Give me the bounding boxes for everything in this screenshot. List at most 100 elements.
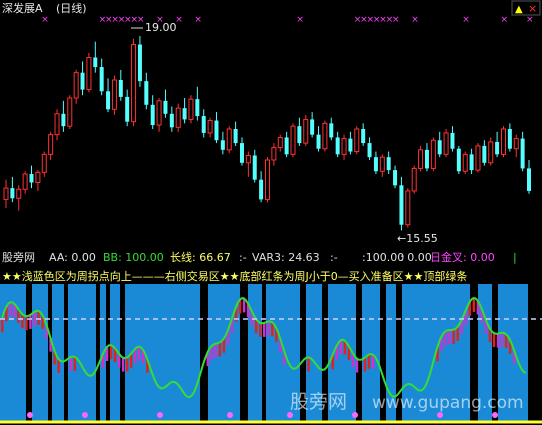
candle-body: [188, 98, 194, 120]
candle-body: [475, 145, 481, 171]
candle-body: [469, 154, 474, 171]
candle-body: [310, 119, 315, 135]
candle-body: [41, 153, 47, 173]
candle-body: [226, 128, 232, 151]
bottom-dot: [157, 412, 163, 418]
candle-body: [54, 113, 60, 136]
indicator-bar: [307, 357, 310, 372]
candle-body: [67, 97, 73, 127]
candle-body: [488, 141, 494, 164]
candle-body: [284, 137, 289, 155]
indicator-bar: [267, 321, 270, 336]
candle-body: [195, 99, 200, 117]
signal-marker: ×: [296, 15, 304, 25]
candle-body: [513, 138, 519, 150]
candle-body: [182, 108, 187, 120]
candle-body: [125, 96, 130, 122]
bottom-dot: [227, 412, 233, 418]
indicator-bar: [37, 310, 40, 325]
indicator-bar: [138, 346, 141, 361]
indicator-bar: [33, 311, 36, 326]
signal-marker: ×: [137, 15, 145, 25]
candle-body: [22, 173, 28, 190]
signal-marker: ×: [411, 15, 419, 25]
candle-body: [10, 188, 15, 199]
indicator-bar: [9, 302, 12, 317]
stock-title: 深发展A: [2, 1, 43, 15]
candle-body: [456, 148, 461, 172]
candle-body: [73, 72, 79, 99]
indicator-bar: [29, 314, 32, 329]
candle-body: [290, 125, 296, 155]
close-icon[interactable]: ×: [528, 2, 537, 15]
candle-body: [411, 167, 417, 192]
candle-body: [3, 187, 9, 200]
candle-body: [175, 107, 181, 128]
indicator-bar: [452, 329, 455, 344]
candle-body: [297, 126, 302, 144]
candlestick-series: [3, 36, 531, 231]
watermark-en: www.gupang.com: [372, 393, 524, 413]
candle-body: [99, 67, 104, 92]
candle-body: [80, 72, 85, 90]
candle-body: [354, 128, 360, 153]
indicator-bar: [456, 326, 459, 341]
high-price-label: 19.00: [145, 21, 177, 34]
candle-body: [201, 116, 206, 133]
candle-body: [48, 134, 54, 155]
candle-body: [329, 123, 334, 138]
blue-zone: [68, 284, 96, 422]
candle-body: [86, 56, 92, 91]
candle-body: [316, 134, 321, 149]
banner-text: ★★浅蓝色区为周拐点向上———右侧交易区★★底部红条为周J小于0—买入准备区★★…: [2, 269, 467, 283]
indicator-bar: [444, 331, 447, 346]
candle-body: [520, 138, 525, 169]
candle-body: [373, 157, 378, 172]
rijincha-value: 日金叉: 0.00: [430, 250, 495, 264]
indicator-bar: [496, 333, 500, 348]
signal-markers: × ××××××× × × × × ××××××× × × × ×: [41, 15, 533, 25]
signal-marker: ×: [500, 15, 508, 25]
candle-body: [137, 44, 142, 82]
candle-body: [495, 141, 500, 155]
indicator-chart[interactable]: ★★浅蓝色区为周拐点向上———右侧交易区★★底部红条为周J小于0—买入准备区★★…: [0, 266, 542, 425]
candle-body: [443, 132, 449, 155]
indicator-bar: [125, 357, 129, 372]
candle-body: [29, 174, 34, 183]
candle-body: [424, 149, 429, 169]
candle-body: [418, 149, 424, 169]
candle-body: [35, 171, 41, 184]
candle-body: [277, 136, 283, 149]
price-chart[interactable]: 深发展A (日线) ▲ × × ××××××× × × × × ××××××× × × × × 19…: [0, 0, 542, 246]
candle-body: [462, 153, 468, 172]
value-100: :100.00: [362, 251, 404, 264]
indicator-bar: [69, 357, 73, 372]
candle-body: [163, 100, 168, 114]
candle-body: [367, 143, 372, 158]
candle-body: [214, 120, 219, 141]
indicator-bar: [448, 330, 451, 345]
period-label: (日线): [56, 1, 87, 15]
candle-body: [169, 113, 174, 128]
candle-body: [118, 80, 123, 97]
expand-icon[interactable]: ▲: [515, 4, 523, 15]
indicator-bar: [258, 322, 262, 337]
bottom-dot: [27, 412, 33, 418]
status-bar-end: |: [513, 251, 517, 264]
indicator-bar: [492, 333, 496, 348]
candle-body: [361, 129, 366, 144]
candle-body: [379, 156, 385, 172]
candle-body: [239, 143, 244, 163]
blue-zone: [248, 284, 262, 422]
candle-body: [507, 129, 512, 149]
value-0: : 0.00: [400, 251, 432, 264]
signal-marker: ×: [392, 15, 400, 25]
bottom-dot: [82, 412, 88, 418]
blue-zone: [0, 284, 26, 422]
indicator-bar: [472, 297, 476, 312]
indicator-bar: [363, 357, 367, 372]
candle-body: [399, 185, 404, 225]
sep-2: :-: [330, 251, 338, 264]
candle-body: [322, 122, 328, 150]
candle-body: [393, 170, 398, 186]
